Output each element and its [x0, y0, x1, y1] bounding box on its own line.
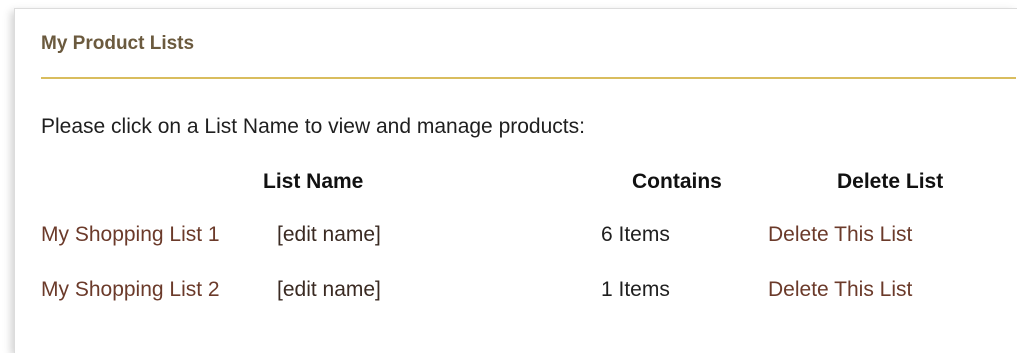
item-count: 1 Items — [601, 278, 670, 301]
intro-text: Please click on a List Name to view and … — [41, 115, 585, 138]
edit-name-link[interactable]: [edit name] — [277, 278, 381, 302]
table-row: My Shopping List 2 [edit name] 1 Items D… — [15, 278, 1017, 318]
title-divider — [41, 77, 1016, 79]
item-count: 6 Items — [601, 223, 670, 246]
delete-list-link[interactable]: Delete This List — [768, 223, 912, 247]
product-lists-panel: My Product Lists Please click on a List … — [14, 8, 1017, 353]
header-delete-list: Delete List — [837, 170, 944, 193]
list-name-link[interactable]: My Shopping List 1 — [41, 223, 220, 247]
panel-title: My Product Lists — [41, 33, 195, 54]
delete-list-link[interactable]: Delete This List — [768, 278, 912, 302]
header-contains: Contains — [632, 170, 722, 193]
edit-name-link[interactable]: [edit name] — [277, 223, 381, 247]
list-name-link[interactable]: My Shopping List 2 — [41, 278, 220, 302]
table-row: My Shopping List 1 [edit name] 6 Items D… — [15, 223, 1017, 263]
header-list-name: List Name — [263, 170, 364, 193]
